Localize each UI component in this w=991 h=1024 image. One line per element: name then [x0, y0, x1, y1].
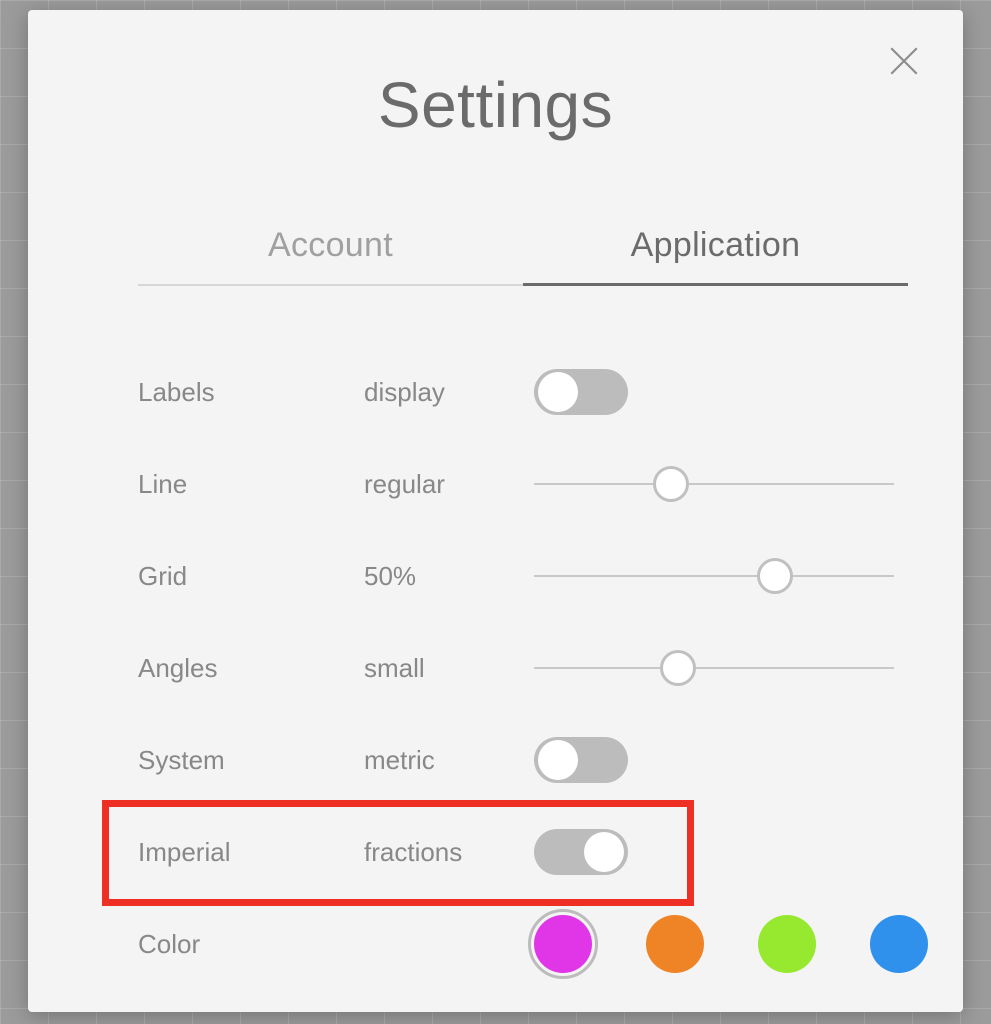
- settings-title: Settings: [98, 68, 893, 142]
- system-toggle[interactable]: [534, 737, 628, 783]
- grid-slider[interactable]: [534, 556, 894, 596]
- row-line: Line regular: [138, 438, 928, 530]
- row-imperial: Imperial fractions: [138, 806, 928, 898]
- toggle-knob: [584, 832, 624, 872]
- row-grid: Grid 50%: [138, 530, 928, 622]
- slider-knob: [757, 558, 793, 594]
- color-swatch-orange[interactable]: [646, 915, 704, 973]
- color-swatch-magenta[interactable]: [534, 915, 592, 973]
- row-imperial-value: fractions: [364, 837, 534, 868]
- row-angles-label: Angles: [138, 653, 364, 684]
- row-angles-value: small: [364, 653, 534, 684]
- row-line-value: regular: [364, 469, 534, 500]
- toggle-knob: [538, 372, 578, 412]
- color-swatches: [534, 915, 928, 973]
- row-grid-value: 50%: [364, 561, 534, 592]
- row-labels-label: Labels: [138, 377, 364, 408]
- color-swatch-blue[interactable]: [870, 915, 928, 973]
- labels-toggle[interactable]: [534, 369, 628, 415]
- row-grid-label: Grid: [138, 561, 364, 592]
- settings-tabs: Account Application: [138, 226, 908, 286]
- row-system-label: System: [138, 745, 364, 776]
- close-icon: [887, 44, 921, 78]
- row-labels-value: display: [364, 377, 534, 408]
- settings-modal: Settings Account Application Labels disp…: [28, 10, 963, 1012]
- row-color: Color: [138, 898, 928, 990]
- settings-rows: Labels display Line regular Grid 50%: [138, 346, 928, 990]
- slider-track: [534, 667, 894, 669]
- row-line-label: Line: [138, 469, 364, 500]
- row-system-value: metric: [364, 745, 534, 776]
- row-angles: Angles small: [138, 622, 928, 714]
- row-system: System metric: [138, 714, 928, 806]
- tab-application[interactable]: Application: [523, 226, 908, 286]
- close-button[interactable]: [887, 44, 921, 78]
- slider-track: [534, 575, 894, 577]
- slider-knob: [653, 466, 689, 502]
- row-imperial-label: Imperial: [138, 837, 364, 868]
- imperial-toggle[interactable]: [534, 829, 628, 875]
- slider-track: [534, 483, 894, 485]
- row-labels: Labels display: [138, 346, 928, 438]
- slider-knob: [660, 650, 696, 686]
- color-swatch-lime[interactable]: [758, 915, 816, 973]
- row-color-label: Color: [138, 929, 364, 960]
- angles-slider[interactable]: [534, 648, 894, 688]
- toggle-knob: [538, 740, 578, 780]
- tab-account[interactable]: Account: [138, 226, 523, 286]
- line-slider[interactable]: [534, 464, 894, 504]
